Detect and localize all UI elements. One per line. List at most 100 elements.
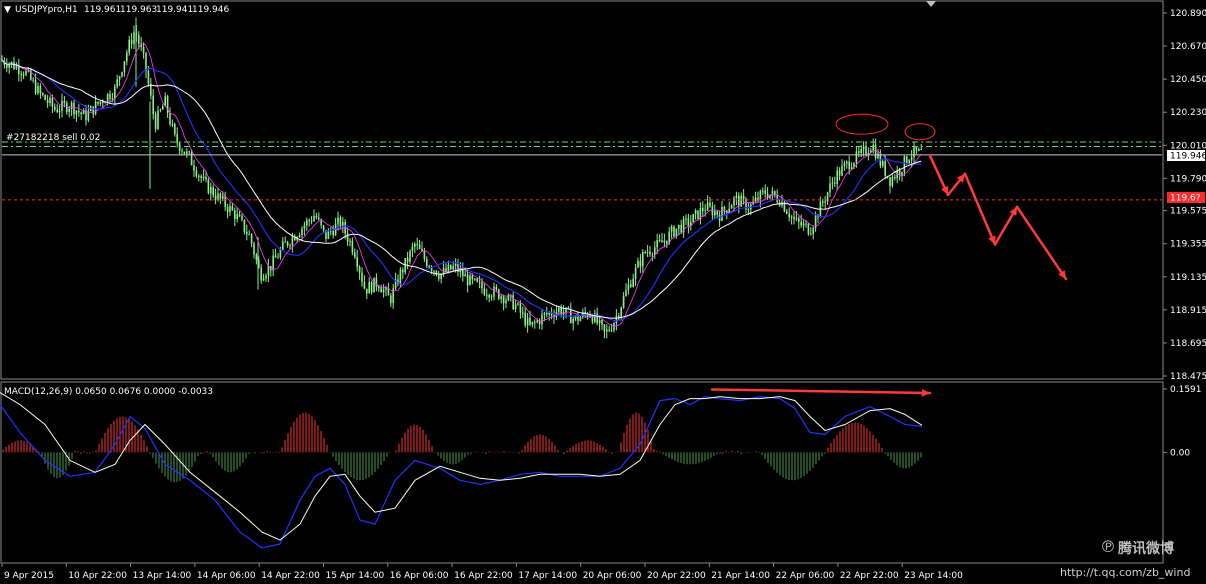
candle-body — [178, 143, 181, 151]
candle-body — [236, 214, 238, 220]
candle-body — [466, 274, 469, 286]
candle-body — [351, 240, 354, 253]
candle-body — [380, 288, 382, 293]
candle-body — [836, 170, 838, 184]
candle-body — [802, 223, 805, 226]
candle-body — [658, 239, 661, 241]
candle-body — [118, 76, 121, 80]
candle-body — [243, 219, 246, 233]
candle-body — [349, 240, 351, 242]
candle-body — [212, 187, 214, 196]
candle-body — [735, 195, 738, 198]
candle-body — [61, 100, 63, 111]
candle-body — [152, 95, 154, 115]
time-tick-label: 21 Apr 14:00 — [711, 571, 770, 581]
candle-body — [630, 284, 632, 287]
candle-body — [608, 329, 610, 331]
watermark-url: http://t.qq.com/zb_wind — [1060, 566, 1190, 579]
candle-body — [274, 255, 277, 258]
candle-body — [25, 70, 27, 76]
candle-body — [94, 101, 97, 115]
candle-body — [474, 278, 476, 280]
candle-body — [620, 307, 622, 317]
candle-body — [37, 85, 39, 94]
candle-body — [829, 183, 831, 193]
candle-body — [666, 240, 668, 244]
time-tick-label: 9 Apr 2015 — [4, 571, 54, 581]
price-candles — [1, 17, 922, 339]
price-tick-label: 119.355 — [1170, 240, 1206, 250]
candle-body — [651, 254, 654, 256]
shift-marker-icon[interactable] — [926, 1, 936, 7]
candle-body — [790, 216, 793, 218]
candle-body — [543, 313, 546, 315]
candle-body — [661, 240, 663, 243]
candle-body — [810, 233, 812, 235]
candle-body — [368, 282, 370, 294]
candle-body — [452, 266, 454, 270]
candle-body — [190, 152, 193, 166]
candle-body — [673, 226, 675, 237]
candle-body — [625, 290, 627, 296]
candle-body — [733, 197, 735, 206]
candle-body — [224, 195, 226, 207]
circled-top — [835, 113, 889, 135]
candle-body — [370, 282, 373, 293]
candle-body — [272, 255, 274, 271]
time-tick-label: 10 Apr 22:00 — [68, 571, 127, 581]
candle-body — [915, 147, 918, 151]
candle-body — [428, 266, 430, 268]
candle-body — [838, 170, 841, 176]
candle-body — [68, 108, 70, 113]
candle-body — [843, 163, 846, 167]
candle-body — [181, 150, 183, 152]
candle-body — [483, 288, 486, 295]
candle-body — [162, 106, 164, 110]
time-tick-label: 17 Apr 14:00 — [518, 571, 577, 581]
candle-body — [697, 210, 699, 220]
candle-body — [142, 47, 145, 53]
order-label: #27182218 sell 0.02 — [6, 133, 100, 143]
candle-body — [771, 191, 774, 195]
candle-body — [157, 110, 159, 129]
candle-body — [226, 206, 229, 213]
candle-body — [318, 217, 320, 220]
candle-body — [716, 211, 718, 215]
collapse-triangle-icon[interactable]: ▼ — [4, 5, 11, 15]
candle-body — [145, 52, 147, 71]
macd-tick-label: 0.00 — [1170, 448, 1190, 458]
time-tick-label: 14 Apr 22:00 — [261, 571, 320, 581]
price-tick-label: 119.575 — [1170, 207, 1206, 217]
candle-body — [138, 34, 140, 44]
time-tick-label: 22 Apr 06:00 — [776, 571, 835, 581]
macd-tick-label: 0.1591 — [1170, 385, 1202, 395]
candle-body — [306, 220, 308, 226]
candle-body — [918, 148, 920, 151]
candle-body — [109, 93, 111, 99]
candle-body — [603, 324, 606, 332]
candle-body — [478, 281, 481, 283]
candle-body — [416, 244, 418, 246]
candle-body — [385, 288, 387, 290]
candle-body — [514, 304, 517, 310]
projection-arrow — [1015, 205, 1068, 281]
candle-body — [282, 241, 284, 250]
candle-body — [471, 275, 474, 280]
candle-body — [649, 251, 651, 255]
candle-body — [214, 195, 217, 200]
candle-body — [601, 319, 603, 325]
chart-svg: ▼ USDJPYpro,H1 119.961 119.963 119.941 1… — [0, 0, 1206, 581]
candle-body — [363, 281, 366, 289]
candle-body — [310, 220, 313, 222]
candle-body — [615, 315, 618, 324]
candle-body — [6, 64, 8, 68]
candle-body — [558, 307, 560, 312]
candle-body — [126, 52, 128, 62]
candle-body — [454, 263, 457, 267]
candle-body — [687, 218, 690, 227]
candle-body — [409, 250, 411, 262]
candle-body — [877, 153, 879, 159]
candle-body — [406, 258, 409, 262]
candle-body — [123, 61, 126, 73]
candle-body — [255, 254, 258, 261]
